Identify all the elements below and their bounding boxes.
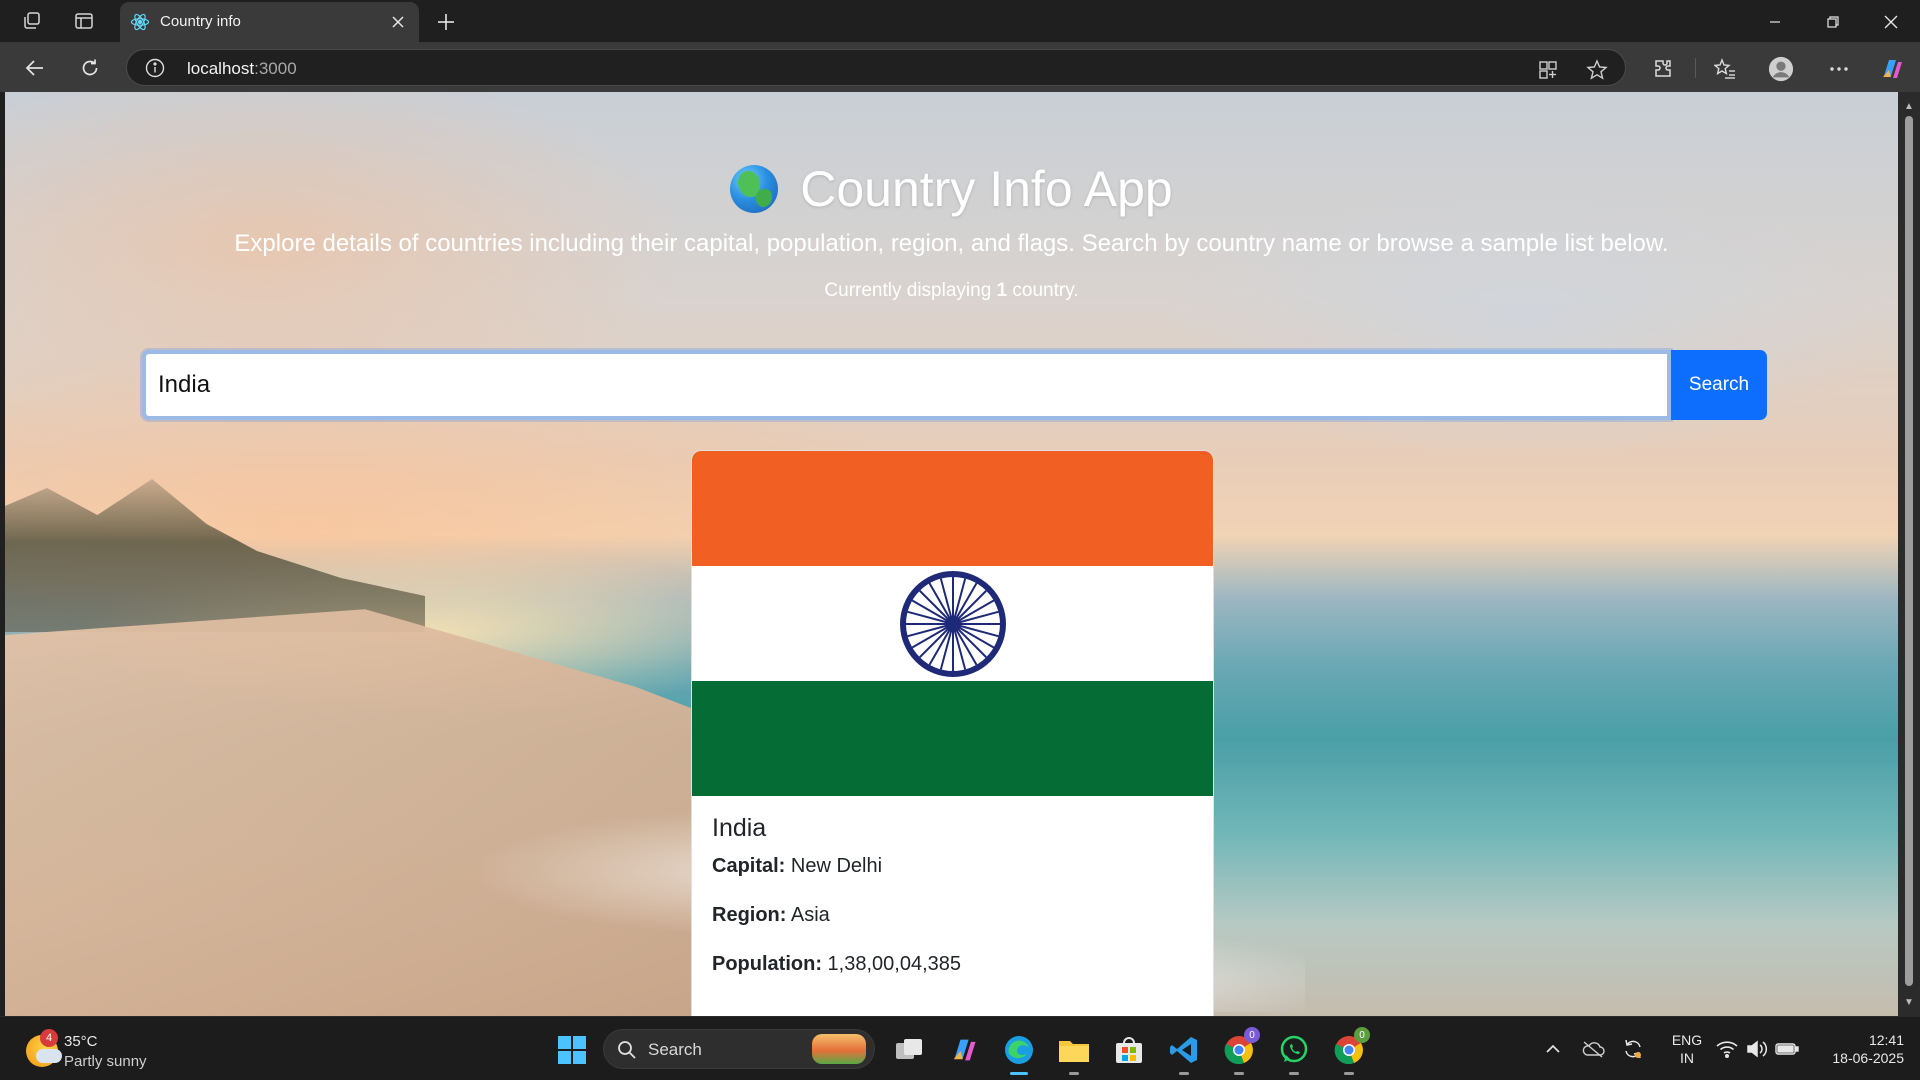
chrome-badge: 0 [1244,1027,1260,1043]
windows-logo-icon [558,1036,586,1064]
toolbar-divider [1695,58,1696,78]
favorite-star-icon[interactable] [1585,58,1609,82]
scroll-up-arrow-icon[interactable]: ▲ [1903,100,1915,112]
vertical-tabs-icon[interactable] [72,9,96,33]
capital-field: Capital: New Delhi [712,855,883,877]
minimize-icon[interactable] [1752,8,1798,36]
tab-country-info[interactable]: Country info [120,2,419,42]
wifi-icon[interactable] [1712,1029,1742,1069]
start-button[interactable] [553,1031,591,1069]
scroll-down-arrow-icon[interactable]: ▼ [1903,996,1915,1008]
task-view-icon[interactable] [890,1031,928,1069]
country-name: India [712,814,767,842]
running-indicator [1344,1072,1354,1075]
close-window-icon[interactable] [1868,8,1914,36]
clock-time: 12:41 [1868,1032,1904,1048]
search-highlight-art [812,1034,866,1064]
weather-condition: Partly sunny [64,1053,147,1070]
region-value: Asia [786,904,830,926]
copilot-icon[interactable] [1879,56,1905,82]
taskbar-search-label: Search [648,1040,702,1059]
globe-icon [730,165,779,213]
country-flag-image [692,451,1213,796]
favorites-icon[interactable] [1712,56,1738,82]
browser-titlebar: Country info [0,0,1920,42]
restore-icon[interactable] [1810,8,1856,36]
result-count-value: 1 [996,280,1008,301]
weather-widget[interactable]: 4 35°C Partly sunny [26,1029,186,1073]
chrome-icon[interactable]: 0 [1220,1027,1260,1075]
flag-green-band [692,681,1213,796]
profile-avatar-icon[interactable] [1768,56,1794,82]
clock-date: 18-06-2025 [1832,1050,1904,1066]
app-available-icon[interactable] [1536,58,1560,82]
country-search-input[interactable] [142,350,1671,420]
running-indicator [1289,1072,1299,1075]
sync-icon[interactable] [1618,1029,1648,1069]
search-button[interactable]: Search [1671,350,1767,420]
close-tab-icon[interactable] [387,11,409,33]
chrome-profile-icon[interactable]: 0 [1330,1027,1370,1075]
system-clock[interactable]: 12:41 18-06-2025 [1814,1031,1904,1067]
battery-icon[interactable] [1772,1029,1802,1069]
language-indicator[interactable]: ENG IN [1666,1031,1708,1067]
weather-temperature: 35°C [64,1033,98,1050]
url-text: localhost:3000 [187,59,297,78]
page-title: Country Info App [730,160,1173,218]
running-indicator [1179,1072,1189,1075]
refresh-icon[interactable] [75,53,105,83]
taskbar-search[interactable]: Search [603,1029,875,1069]
more-options-icon[interactable] [1826,56,1852,82]
new-tab-icon[interactable] [432,8,460,36]
copilot-app-icon[interactable] [945,1031,983,1069]
show-hidden-icons-chevron-icon[interactable] [1538,1029,1568,1069]
search-icon [616,1039,638,1061]
population-value: 1,38,00,04,385 [821,953,961,975]
page-title-text: Country Info App [800,161,1173,217]
address-bar[interactable]: localhost:3000 [126,49,1626,86]
running-indicator [1234,1072,1244,1075]
result-count: Currently displaying 1 country. [824,280,1079,301]
page-scrollbar[interactable]: ▲ ▼ [1898,92,1920,1016]
file-explorer-icon[interactable] [1055,1031,1093,1075]
onedrive-offline-icon[interactable] [1578,1029,1608,1069]
workspaces-icon[interactable] [20,9,44,33]
extensions-icon[interactable] [1650,56,1676,82]
scroll-thumb[interactable] [1905,116,1913,986]
page-header: Country Info App Explore details of coun… [5,160,1898,302]
region-field: Region: Asia [712,904,830,926]
edge-browser-icon[interactable] [1000,1031,1038,1075]
windows-taskbar: 4 35°C Partly sunny Search 0 0 ENG IN 12… [0,1016,1920,1080]
back-icon[interactable] [20,53,50,83]
react-icon [130,12,150,32]
card-body: India Capital: New Delhi Region: Asia Po… [692,796,1213,1016]
active-indicator [1010,1072,1028,1075]
microsoft-store-icon[interactable] [1110,1031,1148,1069]
weather-badge: 4 [40,1029,58,1047]
population-field: Population: 1,38,00,04,385 [712,953,961,975]
background-trees [5,479,425,632]
page-viewport: Country Info App Explore details of coun… [5,92,1898,1016]
vscode-icon[interactable] [1165,1031,1203,1075]
browser-toolbar: localhost:3000 [0,42,1920,92]
running-indicator [1069,1072,1079,1075]
country-card: India Capital: New Delhi Region: Asia Po… [691,450,1214,1016]
ashoka-chakra-icon [900,571,1006,677]
whatsapp-icon[interactable] [1275,1031,1313,1075]
chrome-profile-badge: 0 [1354,1027,1370,1043]
search-row: Search [142,350,1767,420]
weather-cloud-icon [36,1049,62,1063]
site-info-icon[interactable] [145,58,165,78]
flag-saffron-band [692,451,1213,566]
capital-value: New Delhi [785,855,883,877]
tab-title: Country info [160,13,241,30]
volume-icon[interactable] [1742,1029,1772,1069]
page-subtitle: Explore details of countries including t… [234,230,1669,257]
